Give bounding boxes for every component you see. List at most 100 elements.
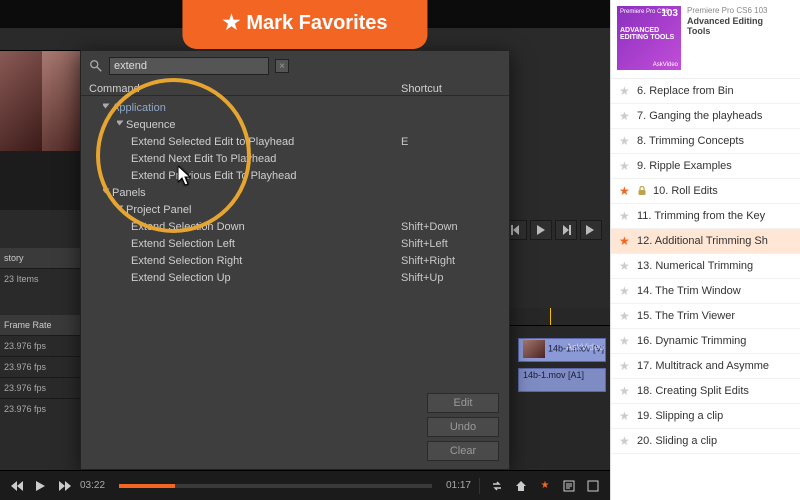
banner-text: Mark Favorites: [246, 12, 387, 34]
column-header-shortcut: Shortcut: [401, 83, 501, 95]
thumb-line1: ADVANCED: [620, 27, 678, 34]
favorite-star-icon[interactable]: ★: [619, 109, 631, 123]
playlist-item[interactable]: ★14. The Trim Window: [611, 279, 800, 304]
prev-track-button[interactable]: [8, 477, 26, 495]
column-header: Frame Rate: [0, 315, 86, 335]
player-bar: 03:22 01:17 ★: [0, 470, 610, 500]
group-application[interactable]: Application: [112, 102, 166, 114]
playlist-item-label: 15. The Trim Viewer: [637, 310, 735, 322]
play-button[interactable]: [32, 477, 50, 495]
course-thumbnail: Premiere Pro CS6 103 ADVANCED EDITING TO…: [617, 6, 681, 70]
favorite-star-icon[interactable]: ★: [619, 84, 631, 98]
progress-bar[interactable]: [119, 484, 432, 488]
video-thumbnail: [42, 51, 84, 151]
disclosure-triangle-icon[interactable]: [117, 206, 124, 211]
shortcut-row[interactable]: Extend Selected Edit to Playhead: [131, 134, 401, 151]
playlist-item[interactable]: ★13. Numerical Trimming: [611, 254, 800, 279]
favorite-star-icon[interactable]: ★: [619, 309, 631, 323]
playlist-item[interactable]: ★ 15. The Trim Viewer: [611, 304, 800, 329]
playlist-item[interactable]: ★ 10. Roll Edits: [611, 179, 800, 204]
playlist-item[interactable]: ★ 9. Ripple Examples: [611, 154, 800, 179]
shortcut-key: [401, 151, 501, 168]
playlist-item-label: 20. Sliding a clip: [637, 435, 717, 447]
playlist-item-label: 10. Roll Edits: [653, 185, 718, 197]
playlist-item[interactable]: ★8. Trimming Concepts: [611, 129, 800, 154]
project-panel: story 23 Items Frame Rate 23.976 fps 23.…: [0, 248, 86, 419]
fullscreen-button[interactable]: [584, 477, 602, 495]
favorite-star-icon[interactable]: ★: [619, 184, 631, 198]
play-button[interactable]: [530, 220, 552, 240]
thumb-line2: EDITING TOOLS: [620, 34, 678, 41]
playlist-item[interactable]: ★ 20. Sliding a clip: [611, 429, 800, 454]
course-meta: Premiere Pro CS6 103 Advanced EditingToo…: [687, 6, 794, 70]
playlist-item-label: 9. Ripple Examples: [637, 160, 732, 172]
favorite-star-icon[interactable]: ★: [619, 384, 631, 398]
search-input[interactable]: [109, 57, 269, 75]
audio-clip[interactable]: 14b-1.mov [A1]: [518, 368, 606, 392]
timeline-ruler[interactable]: [510, 308, 610, 326]
premiere-screenshot: story 23 Items Frame Rate 23.976 fps 23.…: [0, 28, 610, 470]
favorite-star-icon[interactable]: ★: [619, 209, 631, 223]
favorite-star-icon[interactable]: ★: [619, 334, 631, 348]
shortcut-row[interactable]: Extend Selection Right: [131, 253, 401, 270]
fps-cell: 23.976 fps: [0, 335, 86, 356]
playlist-item-label: 16. Dynamic Trimming: [637, 335, 746, 347]
fps-cell: 23.976 fps: [0, 356, 86, 377]
shortcut-row[interactable]: Extend Next Edit To Playhead: [131, 151, 401, 168]
shortcut-key: Shift+Left: [401, 236, 501, 253]
progress-fill: [119, 484, 175, 488]
favorite-star-icon[interactable]: ★: [619, 284, 631, 298]
playlist-item[interactable]: ★19. Slipping a clip: [611, 404, 800, 429]
playlist-item-label: 7. Ganging the playheads: [637, 110, 762, 122]
playhead-icon[interactable]: [550, 308, 551, 325]
lock-icon: [637, 186, 647, 196]
disclosure-triangle-icon[interactable]: [117, 121, 124, 126]
playlist-item[interactable]: ★6. Replace from Bin: [611, 79, 800, 104]
divider: [479, 478, 480, 494]
clear-search-button[interactable]: ×: [275, 59, 289, 73]
step-fwd-button[interactable]: [555, 220, 577, 240]
favorite-star-icon[interactable]: ★: [619, 359, 631, 373]
playlist-item-label: 11. Trimming from the Key: [637, 210, 765, 222]
group-project-panel[interactable]: Project Panel: [126, 204, 191, 216]
shortcut-row[interactable]: Extend Previous Edit To Playhead: [131, 168, 401, 185]
favorite-star-icon[interactable]: ★: [619, 259, 631, 273]
playlist-sidebar: Premiere Pro CS6 103 ADVANCED EDITING TO…: [610, 0, 800, 500]
shortcut-key: E: [401, 134, 501, 151]
shortcut-row[interactable]: Extend Selection Up: [131, 270, 401, 287]
favorite-star-icon[interactable]: ★: [619, 234, 631, 248]
shortcut-row[interactable]: Extend Selection Left: [131, 236, 401, 253]
fps-cell: 23.976 fps: [0, 377, 86, 398]
favorite-star-icon[interactable]: ★: [619, 434, 631, 448]
playlist-item[interactable]: ★ 17. Multitrack and Asymme: [611, 354, 800, 379]
next-button[interactable]: [580, 220, 602, 240]
fps-cell: 23.976 fps: [0, 398, 86, 419]
group-sequence[interactable]: Sequence: [126, 119, 176, 131]
favorite-star-icon[interactable]: ★: [619, 409, 631, 423]
keyboard-shortcuts-dialog: × Command Shortcut Application Sequence …: [80, 50, 510, 470]
playlist-item[interactable]: ★ 7. Ganging the playheads: [611, 104, 800, 129]
playlist-item[interactable]: ★ 16. Dynamic Trimming: [611, 329, 800, 354]
column-header-command: Command: [89, 83, 401, 95]
playlist-item[interactable]: ★ 11. Trimming from the Key: [611, 204, 800, 229]
playlist[interactable]: ★6. Replace from Bin★7. Ganging the play…: [611, 79, 800, 500]
clear-button[interactable]: Clear: [427, 441, 499, 461]
notes-button[interactable]: [560, 477, 578, 495]
playlist-item[interactable]: ★12. Additional Trimming Sh: [611, 229, 800, 254]
disclosure-triangle-icon[interactable]: [103, 104, 110, 109]
loop-button[interactable]: [488, 477, 506, 495]
next-track-button[interactable]: [56, 477, 74, 495]
watermark: AskVideo: [566, 342, 604, 352]
favorite-star-icon[interactable]: ★: [619, 134, 631, 148]
undo-button[interactable]: Undo: [427, 417, 499, 437]
favorite-star-icon[interactable]: ★: [619, 159, 631, 173]
home-button[interactable]: [512, 477, 530, 495]
group-panels[interactable]: Panels: [112, 187, 146, 199]
shortcut-row[interactable]: Extend Selection Down: [131, 219, 401, 236]
playlist-item-label: 17. Multitrack and Asymme: [637, 360, 769, 372]
edit-button[interactable]: Edit: [427, 393, 499, 413]
playlist-item[interactable]: ★18. Creating Split Edits: [611, 379, 800, 404]
disclosure-triangle-icon[interactable]: [103, 189, 110, 194]
current-time: 03:22: [80, 480, 105, 491]
favorite-button[interactable]: ★: [536, 477, 554, 495]
